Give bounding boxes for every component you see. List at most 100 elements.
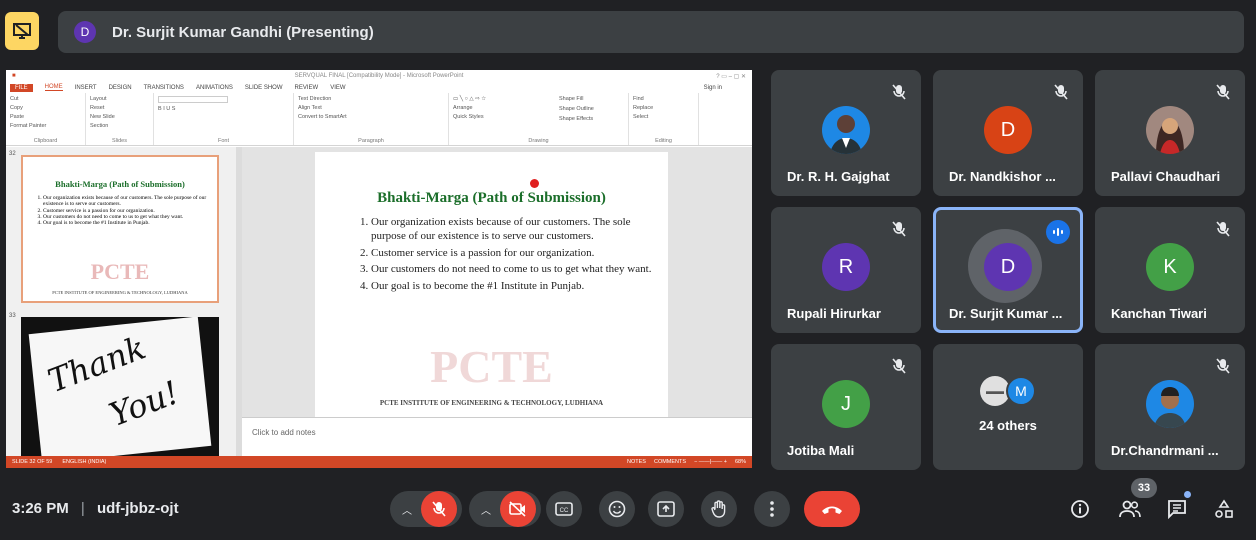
new-slide-button[interactable]: New Slide (90, 114, 149, 120)
meeting-controls-bar: 3:26 PM | udf-jbbz-ojt ︿ ︿ CC (0, 480, 1256, 540)
laser-pointer-dot (530, 179, 539, 188)
participant-tile[interactable]: Dr.Chandrmani ... (1095, 344, 1245, 470)
window-title: SERVQUAL FINAL [Compatibility Mode] - Mi… (294, 73, 464, 79)
group-label: Paragraph (358, 138, 384, 144)
svg-text:CC: CC (560, 508, 569, 514)
avatar: R (822, 243, 870, 291)
slide-thumbnails-pane[interactable]: 32 Bhakti-Marga (Path of Submission) Our… (6, 147, 236, 456)
thumb-watermark: PCTE (90, 259, 150, 284)
presenter-label: Dr. Surjit Kumar Gandhi (Presenting) (112, 23, 374, 41)
shape-fill-button[interactable]: Shape Fill (559, 96, 583, 102)
slide-thumbnail-33[interactable]: Thank You! (21, 317, 219, 456)
camera-options-chevron-icon[interactable]: ︿ (472, 502, 500, 517)
people-icon[interactable] (1116, 495, 1144, 523)
chat-icon[interactable] (1163, 491, 1191, 523)
participant-name: Rupali Hirurkar (787, 306, 881, 321)
group-label: Editing (655, 138, 672, 144)
zoom-slider[interactable]: − ——|—— + (694, 459, 727, 465)
current-slide[interactable]: Bhakti-Marga (Path of Submission) PCTE O… (315, 152, 668, 417)
replace-button[interactable]: Replace (633, 105, 694, 111)
tab-view[interactable]: VIEW (330, 85, 345, 91)
language-indicator[interactable]: ENGLISH (INDIA) (62, 459, 106, 465)
ribbon-group-font: B I U S Font (154, 93, 294, 145)
align-text-button[interactable]: Align Text (298, 105, 444, 111)
quick-styles-button[interactable]: Quick Styles (453, 114, 624, 120)
participant-tile[interactable]: D Dr. Nandkishor ... (933, 70, 1083, 196)
zoom-level[interactable]: 68% (735, 459, 746, 465)
others-tile[interactable]: ▬▬ M 24 others (933, 344, 1083, 470)
section-button[interactable]: Section (90, 123, 149, 129)
separator: | (80, 500, 85, 517)
mic-control-group: ︿ (390, 491, 462, 527)
tab-design[interactable]: DESIGN (109, 85, 132, 91)
slide-point: Our organization exists because of our c… (371, 216, 657, 244)
reset-button[interactable]: Reset (90, 105, 149, 111)
tab-home[interactable]: HOME (44, 84, 63, 91)
presenter-banner: D Dr. Surjit Kumar Gandhi (Presenting) (58, 11, 1244, 53)
font-style-buttons[interactable]: B I U S (158, 106, 289, 112)
avatar: J (822, 380, 870, 428)
thumb-points: Our organization exists because of our c… (43, 195, 209, 227)
tab-transitions[interactable]: TRANSITIONS (144, 85, 184, 91)
tab-review[interactable]: REVIEW (295, 85, 319, 91)
shape-effects-button[interactable]: Shape Effects (559, 116, 593, 122)
copy-button[interactable]: Copy (10, 105, 81, 111)
presenting-icon[interactable] (5, 12, 39, 50)
notes-toggle[interactable]: NOTES (627, 459, 646, 465)
slide-counter: SLIDE 32 OF 59 (12, 459, 53, 465)
ribbon-group-paragraph: Text Direction Align Text Convert to Sma… (294, 93, 449, 145)
slide-thumbnail-32[interactable]: Bhakti-Marga (Path of Submission) Our or… (21, 155, 219, 303)
leave-call-button[interactable] (804, 491, 860, 527)
tab-slide-show[interactable]: SLIDE SHOW (245, 85, 283, 91)
mic-off-icon (889, 219, 909, 239)
thumb-number: 32 (9, 151, 16, 157)
mic-options-chevron-icon[interactable]: ︿ (393, 502, 421, 517)
participant-tile-active-speaker[interactable]: D Dr. Surjit Kumar ... (933, 207, 1083, 333)
participant-name: Dr. Surjit Kumar ... (949, 306, 1063, 321)
font-name-select[interactable] (158, 96, 228, 103)
thumb-number: 33 (9, 313, 16, 319)
raise-hand-button[interactable] (701, 491, 737, 527)
participant-tile[interactable]: Pallavi Chaudhari (1095, 70, 1245, 196)
powerpoint-workspace: 32 Bhakti-Marga (Path of Submission) Our… (6, 147, 752, 456)
paste-button[interactable]: Paste (10, 114, 81, 120)
captions-button[interactable]: CC (546, 491, 582, 527)
find-button[interactable]: Find (633, 96, 694, 102)
ribbon-group-drawing: ▭ ╲ ○ △ ⇨ ☆ Arrange Quick Styles Shape F… (449, 93, 629, 145)
tab-insert[interactable]: INSERT (75, 85, 97, 91)
comments-toggle[interactable]: COMMENTS (654, 459, 686, 465)
group-label: Font (217, 138, 229, 144)
thumb-title: Bhakti-Marga (Path of Submission) (55, 179, 185, 189)
tab-file[interactable]: FILE (10, 83, 33, 92)
shapes-gallery[interactable]: ▭ ╲ ○ △ ⇨ ☆ (453, 96, 624, 102)
layout-button[interactable]: Layout (90, 96, 149, 102)
slide-point: Our customers do not need to come to us … (371, 263, 657, 277)
shared-screen: ■ SERVQUAL FINAL [Compatibility Mode] - … (6, 70, 752, 468)
select-button[interactable]: Select (633, 114, 694, 120)
tab-animations[interactable]: ANIMATIONS (196, 85, 233, 91)
format-painter-button[interactable]: Format Painter (10, 123, 81, 129)
camera-toggle-button[interactable] (500, 491, 536, 527)
arrange-button[interactable]: Arrange (453, 105, 624, 111)
shape-outline-button[interactable]: Shape Outline (559, 106, 594, 112)
ribbon-group-editing: Find Replace Select Editing (629, 93, 699, 145)
notes-pane[interactable]: Click to add notes (242, 417, 752, 456)
activities-icon[interactable] (1210, 495, 1238, 523)
avatar (1146, 106, 1194, 154)
participant-tile[interactable]: J Jotiba Mali (771, 344, 921, 470)
cut-button[interactable]: Cut (10, 96, 81, 102)
meeting-details-icon[interactable] (1066, 495, 1094, 523)
participant-tile[interactable]: R Rupali Hirurkar (771, 207, 921, 333)
convert-smartart-button[interactable]: Convert to SmartArt (298, 114, 444, 120)
participant-name: Kanchan Tiwari (1111, 306, 1207, 321)
sign-in-link[interactable]: Sign in (704, 85, 722, 91)
emoji-reaction-button[interactable] (599, 491, 635, 527)
text-direction-button[interactable]: Text Direction (298, 96, 444, 102)
mic-toggle-button[interactable] (421, 491, 457, 527)
mic-off-icon (889, 82, 909, 102)
participant-tile[interactable]: Dr. R. H. Gajghat (771, 70, 921, 196)
more-options-button[interactable] (754, 491, 790, 527)
thank-you-card: Thank You! (28, 317, 212, 456)
participant-tile[interactable]: K Kanchan Tiwari (1095, 207, 1245, 333)
present-screen-button[interactable] (648, 491, 684, 527)
